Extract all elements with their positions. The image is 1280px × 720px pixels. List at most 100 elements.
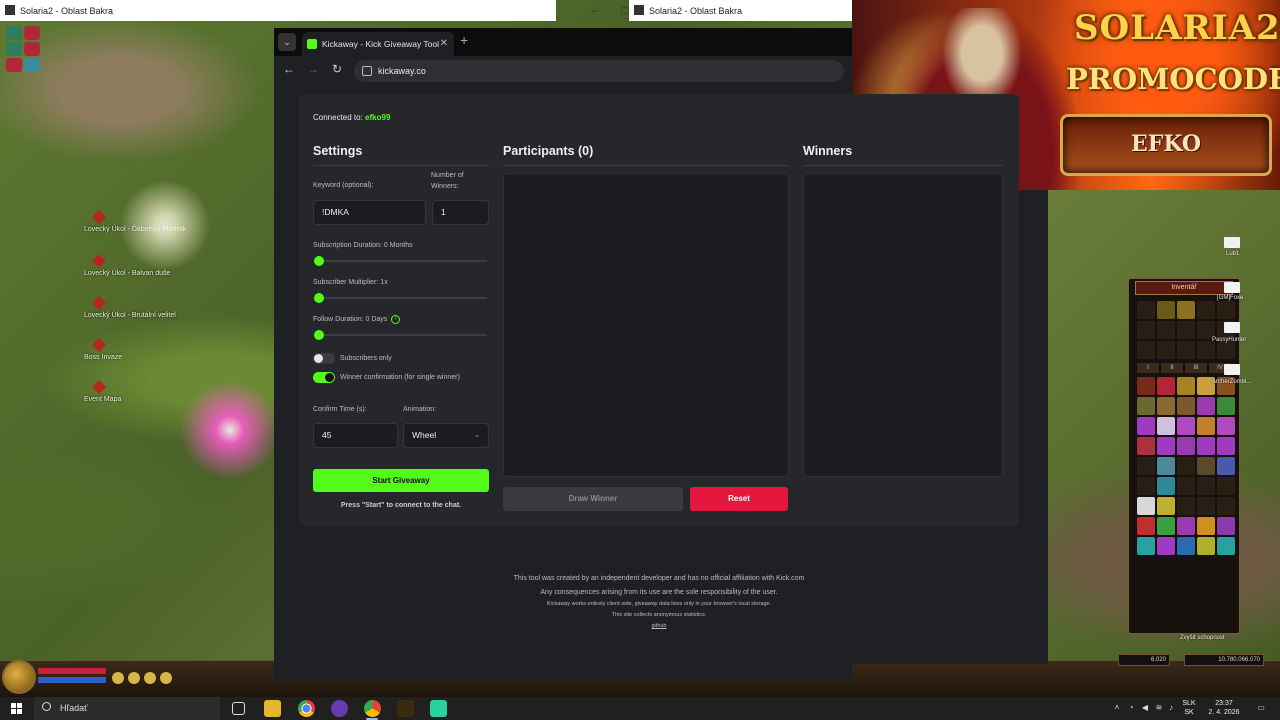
item-slot[interactable] [1137,457,1155,475]
item-slot[interactable] [1137,377,1155,395]
item-slot[interactable] [1217,497,1235,515]
item-slot[interactable] [1197,537,1215,555]
keyword-input[interactable]: !DMKA [313,200,426,225]
item-slot[interactable] [1217,397,1235,415]
item-slot[interactable] [1177,417,1195,435]
wifi-icon[interactable]: ≋ [1154,703,1164,713]
equip-slot[interactable] [1177,341,1195,359]
item-slot[interactable] [1157,477,1175,495]
equip-slot[interactable] [1197,301,1215,319]
equip-slot[interactable] [1217,301,1235,319]
item-slot[interactable] [1137,397,1155,415]
start-giveaway-button[interactable]: Start Giveaway [313,469,489,492]
notification-icon[interactable]: ▭ [1256,703,1266,713]
item-slot[interactable] [1137,497,1155,515]
address-bar[interactable]: kickaway.co [354,60,844,82]
new-tab-icon[interactable]: + [460,32,468,48]
forward-icon[interactable]: → [304,62,322,76]
quest-icon[interactable] [24,58,40,72]
mail-icon[interactable] [1224,364,1240,375]
item-slot[interactable] [1157,437,1175,455]
chrome-icon[interactable] [298,700,315,717]
item-slot[interactable] [1217,537,1235,555]
sub-multiplier-slider[interactable] [315,297,487,299]
tab-search-icon[interactable]: ⌄ [278,33,296,51]
item-slot[interactable] [1197,437,1215,455]
item-slot[interactable] [1157,417,1175,435]
item-slot[interactable] [1197,497,1215,515]
item-slot[interactable] [1217,437,1235,455]
messenger-icon[interactable] [331,700,348,717]
participants-list[interactable] [503,173,789,477]
clock[interactable]: 23:37 2. 4. 2026 [1204,699,1244,717]
item-slot[interactable] [1137,517,1155,535]
item-slot[interactable] [1177,377,1195,395]
windows-start-icon[interactable] [11,703,22,714]
close-tab-icon[interactable]: ✕ [440,32,448,56]
item-slot[interactable] [1137,477,1155,495]
item-slot[interactable] [1197,517,1215,535]
equip-slot[interactable] [1217,341,1235,359]
equip-slot[interactable] [1177,321,1195,339]
item-slot[interactable] [1197,457,1215,475]
volume-icon[interactable]: ◀ [1140,703,1150,713]
mail-icon[interactable] [1224,282,1240,293]
equip-slot[interactable] [1177,301,1195,319]
winners-input[interactable]: 1 [432,200,489,225]
winner-confirmation-toggle[interactable] [313,372,335,383]
item-slot[interactable] [1177,517,1195,535]
info-icon[interactable]: ! [391,314,401,324]
subscribers-only-toggle[interactable] [313,353,335,364]
npc-marker[interactable]: Lovecký Úkol - Brutální velitel [84,296,176,319]
quest-icon[interactable] [6,42,22,56]
equip-slot[interactable] [1157,321,1175,339]
item-slot[interactable] [1217,477,1235,495]
npc-marker[interactable]: Boss Invaze [84,338,122,361]
item-slot[interactable] [1157,377,1175,395]
task-view-icon[interactable] [232,702,245,715]
quickslot-icon[interactable] [112,672,124,684]
item-slot[interactable] [1177,497,1195,515]
item-slot[interactable] [1137,537,1155,555]
reset-button[interactable]: Reset [690,487,788,511]
speaker-icon[interactable]: ♪ [1166,703,1176,713]
file-explorer-icon[interactable] [264,700,281,717]
quest-icon[interactable] [6,26,22,40]
inventory-tab[interactable]: III [1185,363,1207,373]
equip-slot[interactable] [1157,301,1175,319]
quickslot-icon[interactable] [128,672,140,684]
network-icon[interactable]: ◔ [1126,703,1136,713]
item-slot[interactable] [1217,457,1235,475]
item-slot[interactable] [1157,457,1175,475]
back-icon[interactable]: ← [280,62,298,76]
animation-select[interactable]: Wheel ⌄ [403,423,489,448]
chrome-active-icon[interactable] [364,700,381,717]
item-slot[interactable] [1197,477,1215,495]
follow-duration-thumb[interactable] [314,330,324,340]
github-link[interactable]: github [274,623,1044,629]
chevron-up-icon[interactable]: ˄ [1112,703,1122,713]
item-slot[interactable] [1157,397,1175,415]
item-slot[interactable] [1137,437,1155,455]
equip-slot[interactable] [1137,321,1155,339]
inventory-tab[interactable]: II [1161,363,1183,373]
taskbar-search[interactable]: Hľadať [34,697,220,720]
app-icon[interactable] [430,700,447,717]
mail-icon[interactable] [1224,322,1240,333]
equip-slot[interactable] [1137,341,1155,359]
sub-multiplier-thumb[interactable] [314,293,324,303]
inventory-tab[interactable]: I [1137,363,1159,373]
npc-marker[interactable]: Event Mapa [84,380,121,403]
item-slot[interactable] [1137,417,1155,435]
item-slot[interactable] [1157,497,1175,515]
item-slot[interactable] [1177,397,1195,415]
sub-duration-thumb[interactable] [314,256,324,266]
item-slot[interactable] [1177,457,1195,475]
solaria-game-icon[interactable] [397,700,414,717]
tab-kickaway[interactable]: Kickaway - Kick Giveaway Tool ✕ [302,32,454,56]
equip-slot[interactable] [1157,341,1175,359]
character-orb[interactable] [2,660,36,694]
language-indicator[interactable]: SLK SK [1180,699,1198,717]
confirm-time-input[interactable]: 45 [313,423,398,448]
item-slot[interactable] [1197,397,1215,415]
